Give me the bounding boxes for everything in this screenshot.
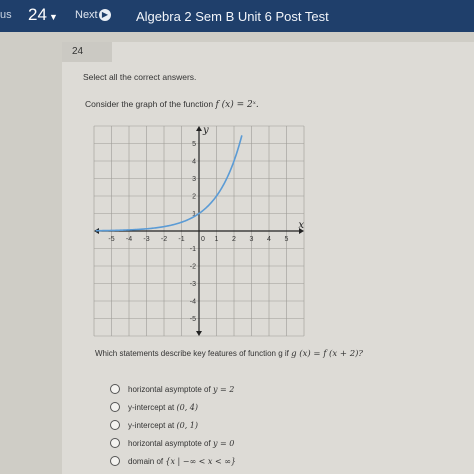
- y-tick-label: -5: [190, 316, 196, 323]
- y-tick-label: 4: [192, 159, 196, 166]
- top-nav-bar: us 24 ▼ Next ▶ Algebra 2 Sem B Unit 6 Po…: [0, 0, 474, 32]
- followup-question: Which statements describe key features o…: [95, 349, 363, 359]
- y-tick-label: -2: [190, 264, 196, 271]
- y-tick-label: -4: [190, 299, 196, 306]
- option-5[interactable]: domain of {x | −∞ < x < ∞}: [110, 452, 310, 470]
- function-graph: xy-5 -4 -3 -2 -1 0 1 2 3 4 554321-1-2-3-4-5: [93, 125, 304, 337]
- option-text-4: horizontal asymptote of: [128, 438, 211, 448]
- x-axis-label: x: [298, 220, 304, 231]
- y-tick-label: 3: [192, 176, 196, 183]
- option-label-3: y-intercept at (0, 1): [128, 421, 198, 430]
- x-tick-label: 1: [215, 236, 219, 243]
- option-label-1: horizontal asymptote of y = 2: [128, 385, 234, 394]
- option-text-2: y-intercept at: [128, 402, 175, 412]
- option-4[interactable]: horizontal asymptote of y = 0: [110, 434, 310, 452]
- x-tick-label: -4: [126, 236, 132, 243]
- y-axis-arrow-up: [196, 126, 202, 131]
- checkbox-1[interactable]: [110, 384, 120, 394]
- test-title: Algebra 2 Sem B Unit 6 Post Test: [136, 9, 329, 24]
- x-tick-label: 2: [232, 236, 236, 243]
- y-tick-label: -1: [190, 246, 196, 253]
- next-arrow-icon[interactable]: ▶: [99, 9, 111, 21]
- option-1[interactable]: horizontal asymptote of y = 2: [110, 380, 310, 398]
- checkbox-3[interactable]: [110, 420, 120, 430]
- x-tick-label: 0: [201, 236, 205, 243]
- x-tick-label: -1: [178, 236, 184, 243]
- function-curve: [95, 135, 243, 232]
- x-tick-label: -5: [108, 236, 114, 243]
- question-badge: 24: [62, 42, 112, 62]
- prompt-math: f (x) = 2ˣ.: [215, 100, 259, 110]
- option-math-2: (0, 4): [176, 402, 198, 412]
- instruction-text: Select all the correct answers.: [83, 72, 197, 82]
- followup-math: g (x) = f (x + 2)?: [291, 349, 363, 359]
- option-text-3: y-intercept at: [128, 420, 175, 430]
- chevron-down-icon[interactable]: ▼: [49, 12, 58, 22]
- checkbox-5[interactable]: [110, 456, 120, 466]
- option-label-4: horizontal asymptote of y = 0: [128, 439, 234, 448]
- y-tick-label: 5: [192, 141, 196, 148]
- x-tick-label: 5: [285, 236, 289, 243]
- y-axis-label: y: [202, 125, 209, 136]
- y-tick-label: 2: [192, 194, 196, 201]
- followup-text: Which statements describe key features o…: [95, 349, 289, 358]
- option-2[interactable]: y-intercept at (0, 4): [110, 398, 310, 416]
- question-number-selector[interactable]: 24: [28, 5, 47, 25]
- answer-options: horizontal asymptote of y = 2 y-intercep…: [110, 380, 310, 470]
- y-axis-arrow-down: [196, 331, 202, 336]
- option-math-3: (0, 1): [176, 420, 198, 430]
- option-math-5: {x | −∞ < x < ∞}: [165, 456, 236, 466]
- option-math-1: y = 2: [212, 384, 235, 394]
- x-tick-label: -2: [161, 236, 167, 243]
- previous-label[interactable]: us: [0, 9, 12, 21]
- option-3[interactable]: y-intercept at (0, 1): [110, 416, 310, 434]
- checkbox-2[interactable]: [110, 402, 120, 412]
- x-tick-label: 4: [267, 236, 271, 243]
- option-text-1: horizontal asymptote of: [128, 384, 211, 394]
- checkbox-4[interactable]: [110, 438, 120, 448]
- x-tick-label: 3: [250, 236, 254, 243]
- option-text-5: domain of: [128, 456, 164, 466]
- x-tick-label: -3: [143, 236, 149, 243]
- prompt-text: Consider the graph of the function: [85, 99, 214, 109]
- y-tick-label: -3: [190, 281, 196, 288]
- option-label-2: y-intercept at (0, 4): [128, 403, 198, 412]
- next-button[interactable]: Next: [75, 9, 98, 21]
- option-math-4: y = 0: [212, 438, 235, 448]
- option-label-5: domain of {x | −∞ < x < ∞}: [128, 457, 236, 466]
- prompt: Consider the graph of the function f (x)…: [85, 99, 259, 110]
